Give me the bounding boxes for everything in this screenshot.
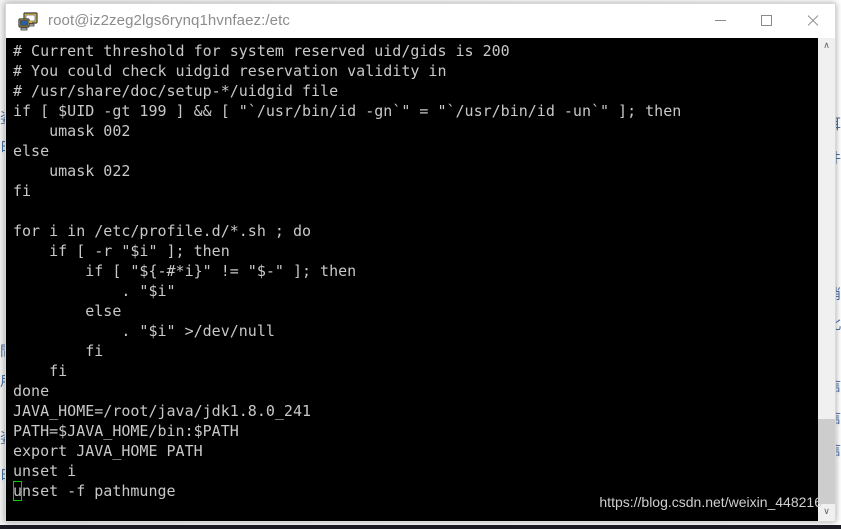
terminal-line: else <box>13 302 122 320</box>
terminal-line: JAVA_HOME=/root/java/jdk1.8.0_241 <box>13 402 312 420</box>
terminal-line: unset i <box>13 462 77 480</box>
terminal-scrollbar[interactable]: ∧ ∨ <box>817 38 835 521</box>
terminal-line-with-cursor: unset -f pathmunge <box>13 481 176 501</box>
maximize-button[interactable] <box>743 4 789 37</box>
window-titlebar[interactable]: root@iz2zeg2lgs6rynq1hvnfaez:/etc <box>6 4 835 38</box>
terminal-line: if [ "${-#*i}" != "$-" ]; then <box>13 262 357 280</box>
terminal-output[interactable]: # Current threshold for system reserved … <box>6 38 817 521</box>
terminal-line: # You could check uidgid reservation val… <box>13 62 447 80</box>
terminal-area: # Current threshold for system reserved … <box>6 38 835 521</box>
terminal-line: fi <box>13 182 32 200</box>
terminal-line: # /usr/share/doc/setup-*/uidgid file <box>13 82 339 100</box>
terminal-line: if [ -r "$i" ]; then <box>13 242 230 260</box>
terminal-line: fi <box>13 342 104 360</box>
terminal-line: # Current threshold for system reserved … <box>13 42 510 60</box>
terminal-line: PATH=$JAVA_HOME/bin:$PATH <box>13 422 239 440</box>
scroll-up-arrow-icon[interactable]: ∧ <box>818 38 835 55</box>
maximize-icon <box>760 15 772 26</box>
window-title: root@iz2zeg2lgs6rynq1hvnfaez:/etc <box>48 12 290 29</box>
close-button[interactable] <box>789 4 835 37</box>
scrollbar-track[interactable] <box>818 55 835 504</box>
terminal-line: export JAVA_HOME PATH <box>13 442 203 460</box>
terminal-line: . "$i" >/dev/null <box>13 322 275 340</box>
terminal-cursor: u <box>13 481 23 501</box>
close-icon <box>806 14 819 27</box>
scrollbar-thumb[interactable] <box>818 418 835 504</box>
terminal-line: if [ $UID -gt 199 ] && [ "`/usr/bin/id -… <box>13 102 682 120</box>
terminal-line: done <box>13 382 50 400</box>
terminal-line: for i in /etc/profile.d/*.sh ; do <box>13 222 312 240</box>
minimize-button[interactable] <box>697 4 743 37</box>
terminal-line: . "$i" <box>13 282 176 300</box>
terminal-line: else <box>13 142 50 160</box>
scroll-down-arrow-icon[interactable]: ∨ <box>818 504 835 521</box>
putty-terminal-window: root@iz2zeg2lgs6rynq1hvnfaez:/etc # Curr… <box>5 3 836 522</box>
terminal-line: umask 022 <box>13 162 131 180</box>
terminal-line: fi <box>13 362 68 380</box>
minimize-icon <box>714 20 726 21</box>
taskbar-strip <box>0 525 841 529</box>
terminal-line: umask 002 <box>13 122 131 140</box>
putty-computer-icon <box>18 10 40 32</box>
